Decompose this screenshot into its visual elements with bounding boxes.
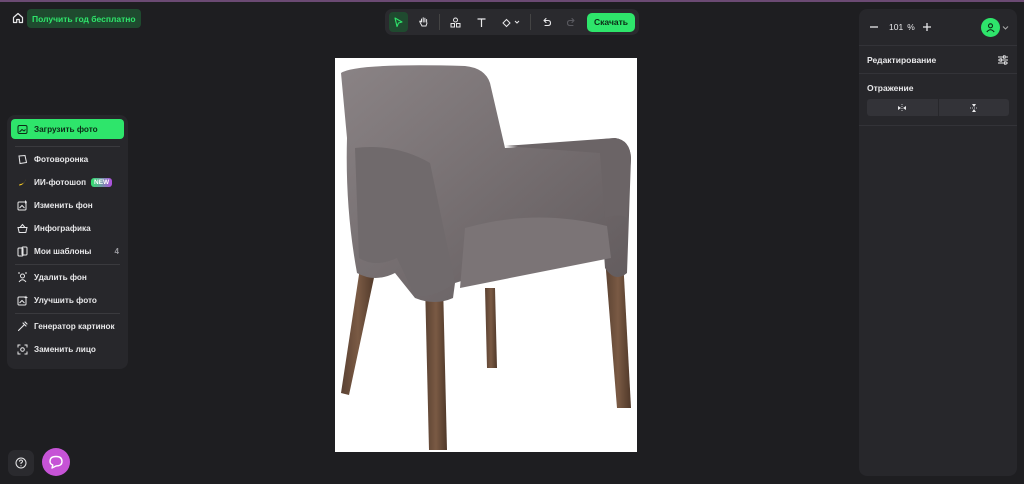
top-accent-line	[0, 0, 1024, 2]
sidebar-item-label: Инфографика	[34, 224, 91, 233]
undo-button[interactable]	[537, 12, 556, 32]
home-icon	[12, 12, 24, 24]
canvas-image[interactable]	[335, 58, 637, 452]
face-swap-icon	[16, 344, 28, 356]
redo-icon	[566, 17, 575, 26]
sidebar-item-my-templates[interactable]: Мои шаблоны 4	[11, 242, 124, 261]
hand-tool-button[interactable]	[414, 12, 433, 32]
sidebar-item-label: Заменить лицо	[34, 345, 96, 354]
flip-horizontal-icon	[898, 103, 907, 112]
sidebar-item-ai-photoshop[interactable]: ИИ-фотошоп NEW	[11, 173, 124, 192]
chat-button[interactable]	[42, 448, 70, 476]
zoom-controls: 101 %	[859, 9, 1017, 46]
zoom-unit: %	[907, 22, 915, 32]
templates-icon	[16, 246, 28, 258]
reflection-title: Отражение	[867, 83, 914, 93]
flip-horizontal-button[interactable]	[867, 99, 938, 116]
armchair-photo	[341, 65, 631, 450]
zoom-out-button[interactable]	[867, 20, 881, 34]
promo-button[interactable]: Получить год бесплатно	[27, 9, 141, 28]
sidebar-item-label: ИИ-фотошоп	[34, 178, 87, 187]
flip-vertical-icon	[969, 103, 978, 112]
adjustments-icon[interactable]	[997, 54, 1009, 66]
sidebar-item-label: Мои шаблоны	[34, 247, 92, 256]
sidebar-item-change-background[interactable]: Изменить фон	[11, 196, 124, 215]
panel-divider	[859, 125, 1017, 126]
zoom-in-button[interactable]	[920, 20, 934, 34]
plus-icon	[922, 23, 931, 31]
left-sidebar: Загрузить фото Фотоворонка ИИ-фотошоп NE…	[7, 115, 128, 369]
hand-icon	[419, 17, 428, 27]
sidebar-item-label: Загрузить фото	[34, 124, 98, 134]
editing-title: Редактирование	[867, 54, 937, 65]
enhance-photo-icon	[16, 295, 28, 307]
sidebar-item-remove-background[interactable]: Удалить фон	[11, 268, 124, 287]
undo-icon	[543, 17, 551, 26]
download-button[interactable]: Скачать	[587, 12, 635, 32]
question-icon	[15, 457, 27, 469]
user-icon	[986, 22, 995, 32]
sidebar-item-face-swap[interactable]: Заменить лицо	[11, 340, 124, 359]
sidebar-item-label: Удалить фон	[34, 273, 87, 282]
basket-icon	[16, 223, 28, 235]
text-tool-button[interactable]	[472, 12, 491, 32]
zoom-value[interactable]: 101	[889, 22, 903, 32]
sidebar-item-photo-funnel[interactable]: Фотоворонка	[11, 150, 124, 169]
flip-vertical-button[interactable]	[938, 99, 1009, 116]
chevron-down-icon[interactable]	[1002, 24, 1009, 31]
templates-count: 4	[114, 247, 119, 256]
sidebar-item-label: Улучшить фото	[34, 296, 97, 305]
redo-button[interactable]	[562, 12, 581, 32]
upload-photo-icon	[16, 123, 28, 135]
chat-bubble-icon	[49, 455, 63, 469]
sidebar-item-label: Изменить фон	[34, 201, 93, 210]
change-background-icon	[16, 200, 28, 212]
main-toolbar: Скачать	[385, 9, 639, 35]
toolbar-divider	[439, 14, 441, 30]
sidebar-item-image-generator[interactable]: Генератор картинок	[11, 317, 124, 336]
shapes-icon	[450, 17, 461, 27]
paint-bucket-icon	[501, 18, 511, 27]
help-button[interactable]	[8, 450, 34, 476]
select-tool-button[interactable]	[389, 12, 409, 32]
user-avatar[interactable]	[981, 17, 1000, 37]
right-panel: 101 % Редактирование Отражение	[859, 9, 1017, 476]
sidebar-divider	[15, 313, 120, 314]
text-icon	[477, 17, 486, 27]
elements-tool-button[interactable]	[446, 12, 465, 32]
banana-icon	[16, 177, 28, 189]
sidebar-item-label: Фотоворонка	[34, 155, 89, 164]
chevron-down-icon	[514, 20, 520, 24]
toolbar-divider	[529, 14, 531, 30]
fill-tool-button[interactable]	[497, 12, 524, 32]
sidebar-item-infographics[interactable]: Инфографика	[11, 219, 124, 238]
home-button[interactable]	[8, 9, 28, 27]
cursor-icon	[394, 16, 403, 27]
image-generator-icon	[16, 321, 28, 333]
sidebar-divider	[15, 264, 120, 265]
sidebar-divider	[15, 146, 120, 147]
new-badge: NEW	[91, 178, 113, 187]
remove-background-icon	[16, 272, 28, 284]
sidebar-item-upload-photo[interactable]: Загрузить фото	[11, 119, 124, 139]
minus-icon	[870, 26, 878, 28]
reflection-controls	[867, 99, 1009, 116]
photo-funnel-icon	[16, 154, 28, 166]
editing-header: Редактирование	[859, 46, 1017, 74]
sidebar-item-enhance-photo[interactable]: Улучшить фото	[11, 291, 124, 310]
sidebar-item-label: Генератор картинок	[34, 322, 115, 331]
